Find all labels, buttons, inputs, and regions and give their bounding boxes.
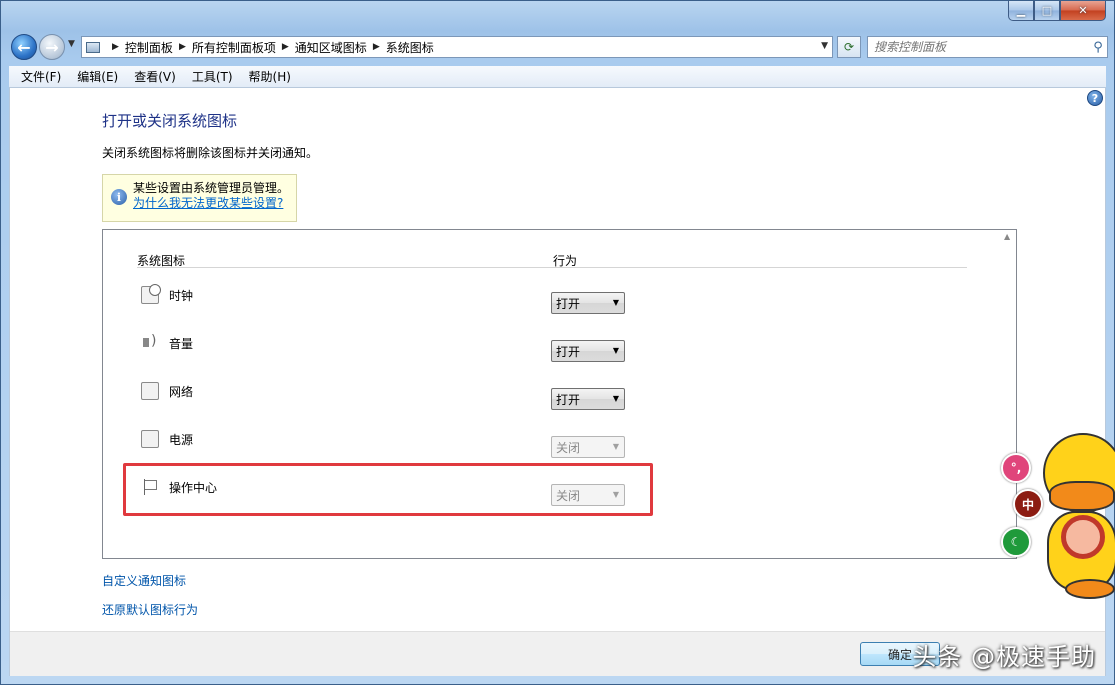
duck-feet <box>1065 579 1115 599</box>
watermark: 头条 @极速手助 <box>912 643 1096 671</box>
restore-default-behavior-link[interactable]: 还原默认图标行为 <box>102 601 198 618</box>
chevron-down-icon: ▼ <box>612 394 619 403</box>
caption-buttons: ▁ □ ✕ <box>1008 1 1106 21</box>
explorer-window: ▁ □ ✕ ← → ▼ ▶ 控制面板 ▶ 所有控制面板项 ▶ 通知区域图标 ▶ … <box>0 0 1115 685</box>
select-value: 打开 <box>556 344 581 359</box>
list-item-label: 音量 <box>169 337 194 351</box>
admin-info-bar: i 某些设置由系统管理员管理。 为什么我无法更改某些设置? <box>102 174 297 222</box>
refresh-icon: ⟳ <box>843 40 855 54</box>
page-description: 关闭系统图标将删除该图标并关闭通知。 <box>102 146 319 160</box>
clock-behavior-select[interactable]: 打开 ▼ <box>551 292 625 314</box>
chevron-down-icon: ▼ <box>612 298 619 307</box>
chevron-right-icon[interactable]: ▶ <box>373 42 380 52</box>
column-header-behavior: 行为 <box>553 254 578 268</box>
duck-beak <box>1049 481 1115 511</box>
info-text: 某些设置由系统管理员管理。 <box>133 181 290 195</box>
chevron-right-icon[interactable]: ▶ <box>179 42 186 52</box>
help-icon[interactable]: ? <box>1087 90 1103 106</box>
bubble-moon[interactable]: ☾ <box>1001 527 1031 557</box>
list-item-volume: 音量 打开 ▼ <box>139 333 699 374</box>
breadcrumb-control-panel[interactable]: 控制面板 <box>125 39 173 56</box>
search-box[interactable]: ⚲ <box>867 36 1108 58</box>
page-title: 打开或关闭系统图标 <box>102 112 238 130</box>
control-panel-icon <box>86 41 100 53</box>
select-value: 打开 <box>556 392 581 407</box>
bubble-chinese[interactable]: 中 <box>1013 489 1043 519</box>
menu-help[interactable]: 帮助(H) <box>241 68 299 85</box>
breadcrumb-notification-icons[interactable]: 通知区域图标 <box>295 39 367 56</box>
minimize-button[interactable]: ▁ <box>1008 1 1034 21</box>
bubble-punctuation[interactable]: °, <box>1001 453 1031 483</box>
menu-file[interactable]: 文件(F) <box>13 68 69 85</box>
customize-notification-icons-link[interactable]: 自定义通知图标 <box>102 572 186 589</box>
clock-icon <box>141 284 161 304</box>
volume-icon <box>141 333 159 352</box>
volume-behavior-select[interactable]: 打开 ▼ <box>551 340 625 362</box>
forward-button[interactable]: → <box>39 34 65 60</box>
address-bar[interactable]: ▶ 控制面板 ▶ 所有控制面板项 ▶ 通知区域图标 ▶ 系统图标 ▼ <box>81 36 833 58</box>
chevron-down-icon: ▼ <box>612 346 619 355</box>
list-header: 系统图标 行为 <box>137 250 967 268</box>
recent-pages-dropdown-icon[interactable]: ▼ <box>68 39 75 49</box>
menu-tools[interactable]: 工具(T) <box>184 68 241 85</box>
list-item-clock: 时钟 打开 ▼ <box>139 284 699 326</box>
select-value: 关闭 <box>556 440 581 455</box>
menu-bar: 文件(F) 编辑(E) 查看(V) 工具(T) 帮助(H) <box>9 66 1106 88</box>
breadcrumb-all-items[interactable]: 所有控制面板项 <box>192 39 276 56</box>
info-icon: i <box>111 189 127 205</box>
list-item-network: 网络 打开 ▼ <box>139 382 699 422</box>
content-pane: ? 打开或关闭系统图标 关闭系统图标将删除该图标并关闭通知。 i 某些设置由系统… <box>9 88 1106 676</box>
steering-wheel <box>1061 515 1105 559</box>
close-button[interactable]: ✕ <box>1060 1 1106 21</box>
chevron-down-icon: ▼ <box>612 442 619 451</box>
power-behavior-select: 关闭 ▼ <box>551 436 625 458</box>
list-item-label: 时钟 <box>169 289 194 303</box>
select-value: 打开 <box>556 296 581 311</box>
network-icon <box>141 382 159 400</box>
breadcrumb-system-icons[interactable]: 系统图标 <box>386 39 434 56</box>
maximize-button[interactable]: □ <box>1034 1 1060 21</box>
duck-mascot: °, 中 ☾ <box>999 431 1115 606</box>
list-item-label: 电源 <box>169 433 194 447</box>
navigation-bar: ← → ▼ ▶ 控制面板 ▶ 所有控制面板项 ▶ 通知区域图标 ▶ 系统图标 ▼… <box>9 33 1108 61</box>
column-header-icon: 系统图标 <box>137 254 186 268</box>
back-button[interactable]: ← <box>11 34 37 60</box>
refresh-button[interactable]: ⟳ <box>837 36 861 58</box>
menu-edit[interactable]: 编辑(E) <box>69 68 126 85</box>
chevron-down-icon[interactable]: ▼ <box>821 41 828 51</box>
scroll-up-icon[interactable]: ▲ <box>1004 232 1010 241</box>
menu-view[interactable]: 查看(V) <box>126 68 184 85</box>
chevron-right-icon[interactable]: ▶ <box>282 42 289 52</box>
power-icon <box>141 430 159 448</box>
why-cant-change-link[interactable]: 为什么我无法更改某些设置? <box>133 196 290 211</box>
highlight-box <box>123 463 653 516</box>
search-icon[interactable]: ⚲ <box>1089 40 1107 55</box>
network-behavior-select[interactable]: 打开 ▼ <box>551 388 625 410</box>
chevron-right-icon[interactable]: ▶ <box>112 42 119 52</box>
search-input[interactable] <box>868 38 1089 56</box>
list-item-label: 网络 <box>169 385 194 399</box>
